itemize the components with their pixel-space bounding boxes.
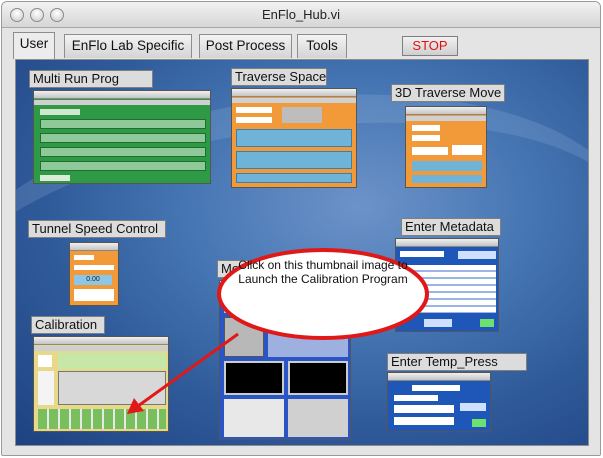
label-traverse-space: Traverse Space	[231, 68, 327, 86]
thumb-grid	[236, 129, 352, 147]
thumb-table	[38, 409, 166, 429]
thumb-grid	[412, 175, 482, 183]
thumb-field	[394, 395, 438, 401]
thumb-table	[40, 133, 206, 143]
thumbnail-3d-traverse-move[interactable]	[405, 106, 487, 188]
thumb-display	[282, 107, 322, 123]
thumb-table	[40, 119, 206, 129]
thumb-toolbar	[232, 98, 356, 103]
thumbnail-tunnel-speed-control[interactable]: 0.00	[69, 242, 119, 306]
thumb-titlebar	[406, 107, 486, 115]
thumb-graph	[224, 361, 284, 395]
tunnel-speed-value: 0.00	[74, 275, 112, 285]
tab-tools[interactable]: Tools	[297, 34, 347, 58]
stop-button[interactable]: STOP	[402, 36, 458, 56]
thumb-titlebar	[70, 243, 118, 251]
label-enter-metadata: Enter Metadata	[401, 218, 501, 236]
thumb-titlebar	[34, 91, 210, 99]
label-enter-temp-press: Enter Temp_Press	[387, 353, 527, 371]
label-3d-traverse-move: 3D Traverse Move	[391, 84, 505, 102]
tab-post-process[interactable]: Post Process	[199, 34, 292, 58]
thumb-field	[236, 107, 272, 113]
thumb-toolbar	[34, 100, 210, 105]
thumb-field	[394, 417, 454, 425]
thumb-field	[40, 109, 80, 115]
tab-enflo-lab-specific[interactable]: EnFlo Lab Specific	[64, 34, 192, 58]
label-calibration: Calibration	[31, 316, 105, 334]
app-window: EnFlo_Hub.vi User EnFlo Lab Specific Pos…	[1, 1, 601, 456]
thumb-panel	[288, 399, 348, 437]
thumb-button	[40, 175, 70, 181]
thumb-field	[38, 355, 52, 367]
thumb-field	[412, 385, 460, 391]
thumb-graph	[288, 361, 348, 395]
thumb-grid	[236, 151, 352, 169]
thumb-field	[74, 265, 114, 270]
thumb-field	[412, 125, 440, 131]
thumb-field	[74, 255, 94, 260]
label-tunnel-speed-control: Tunnel Speed Control	[28, 220, 166, 238]
thumb-button	[480, 319, 494, 327]
thumb-field	[394, 405, 454, 413]
thumbnail-enter-temp-press[interactable]	[387, 372, 491, 432]
thumb-panel	[224, 399, 284, 437]
thumb-table	[40, 161, 206, 171]
thumbnail-multi-run-prog[interactable]	[33, 90, 211, 184]
tab-bar: User EnFlo Lab Specific Post Process Too…	[2, 29, 600, 59]
tab-user[interactable]: User	[13, 32, 55, 59]
label-multi-run-prog: Multi Run Prog	[29, 70, 153, 88]
thumb-toolbar	[406, 116, 486, 121]
thumb-button	[458, 251, 496, 259]
thumb-toolbar	[34, 346, 168, 351]
thumbnail-calibration[interactable]	[33, 336, 169, 432]
thumb-button	[472, 419, 486, 427]
thumb-panel	[58, 353, 166, 369]
thumb-field	[452, 145, 482, 155]
thumb-graph	[58, 371, 166, 405]
window-title: EnFlo_Hub.vi	[261, 7, 341, 22]
thumb-titlebar	[388, 373, 490, 381]
callout-text: Click on this thumbnail image to Launch …	[238, 258, 408, 286]
thumb-titlebar	[232, 89, 356, 97]
thumb-grid	[412, 161, 482, 171]
thumb-field	[412, 147, 448, 155]
thumb-grid	[236, 173, 352, 183]
thumb-field	[412, 135, 440, 141]
thumbnail-traverse-space[interactable]	[231, 88, 357, 188]
thumb-button	[460, 403, 486, 411]
thumb-field	[236, 117, 272, 123]
thumb-field	[74, 289, 114, 301]
user-tab-panel: Multi Run Prog Traverse Space 3D Travers…	[15, 59, 589, 446]
thumb-titlebar	[34, 337, 168, 345]
thumb-table	[40, 147, 206, 157]
title-bar: EnFlo_Hub.vi	[2, 2, 600, 28]
thumb-panel	[38, 371, 54, 405]
